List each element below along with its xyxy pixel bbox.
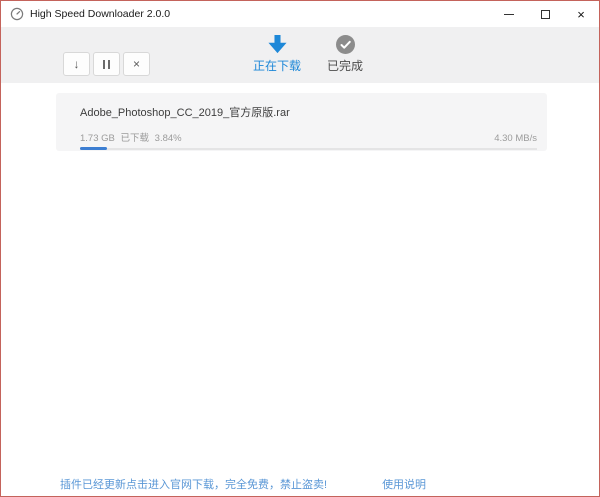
download-list: Adobe_Photoshop_CC_2019_官方原版.rar 1.73 GB… xyxy=(1,83,599,496)
download-size: 1.73 GB xyxy=(80,133,115,144)
maximize-icon xyxy=(540,9,550,19)
footer: 插件已经更新点击进入官网下载，完全免费，禁止盗卖! 使用说明 xyxy=(1,476,599,492)
download-meta-row: 1.73 GB 已下载 3.84% 4.30 MB/s xyxy=(80,130,537,144)
downloaded-label: 已下载 xyxy=(120,133,150,144)
cancel-download-button[interactable]: × xyxy=(123,52,150,76)
progress-fill xyxy=(80,147,108,150)
tab-bar: 正在下载 已完成 xyxy=(253,35,363,74)
download-filename: Adobe_Photoshop_CC_2019_官方原版.rar xyxy=(80,107,290,119)
minimize-icon xyxy=(504,13,514,15)
pause-icon xyxy=(103,59,110,69)
close-icon: × xyxy=(577,6,585,22)
progress-bar xyxy=(80,147,537,150)
maximize-button[interactable] xyxy=(527,1,563,27)
titlebar: High Speed Downloader 2.0.0 × xyxy=(1,1,599,27)
minimize-button[interactable] xyxy=(491,1,527,27)
tab-downloading-label: 正在下载 xyxy=(253,59,302,73)
close-button[interactable]: × xyxy=(563,1,599,27)
down-arrow-icon: ↓ xyxy=(73,57,80,71)
tab-completed[interactable]: 已完成 xyxy=(327,35,363,74)
app-logo-icon xyxy=(10,7,24,21)
download-action-buttons: ↓ × xyxy=(63,52,150,76)
tab-completed-label: 已完成 xyxy=(327,59,364,73)
download-item[interactable]: Adobe_Photoshop_CC_2019_官方原版.rar 1.73 GB… xyxy=(56,93,547,151)
window-title: High Speed Downloader 2.0.0 xyxy=(30,8,171,20)
toolbar: ↓ × 正在下载 已完成 xyxy=(1,27,599,83)
promo-notice-link[interactable]: 插件已经更新点击进入官网下载，完全免费，禁止盗卖! xyxy=(60,476,327,492)
cancel-icon: × xyxy=(132,57,140,71)
download-speed: 4.30 MB/s xyxy=(494,133,537,144)
download-progress-text: 1.73 GB 已下载 3.84% xyxy=(80,130,185,144)
download-percent: 3.84% xyxy=(154,133,182,144)
resume-download-button[interactable]: ↓ xyxy=(63,52,90,76)
window-controls: × xyxy=(491,1,599,27)
completed-check-icon xyxy=(335,35,355,54)
downloading-arrow-icon xyxy=(267,35,288,54)
help-link[interactable]: 使用说明 xyxy=(382,476,426,492)
tab-downloading[interactable]: 正在下载 xyxy=(253,35,301,74)
app-window: High Speed Downloader 2.0.0 × ↓ × 正在下载 已… xyxy=(0,0,600,497)
pause-download-button[interactable] xyxy=(93,52,120,76)
